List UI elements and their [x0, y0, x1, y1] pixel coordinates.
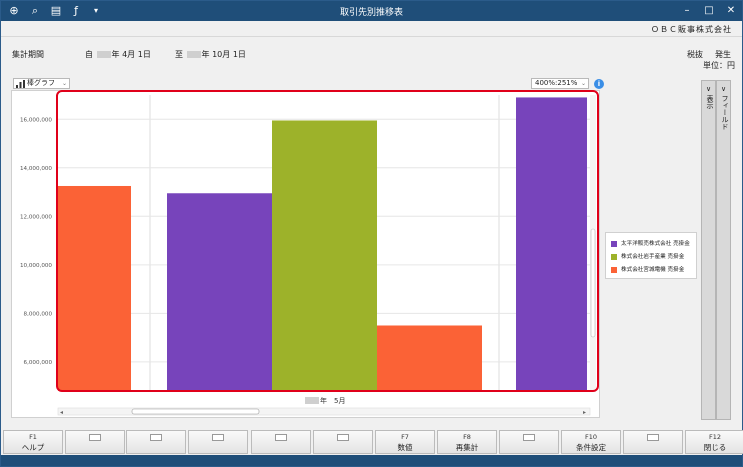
chart-legend: 太平洋販売株式会社 売掛金 株式会社岩手産業 売掛金 株式会社宮城電機 売掛金	[605, 232, 697, 279]
company-name: ＯＢＣ販事株式会社	[651, 25, 732, 34]
fkey-blank-slot	[212, 434, 224, 441]
y-tick-label: 6,000,000	[24, 360, 53, 366]
y-tick-label: 12,000,000	[20, 214, 52, 220]
legend-swatch	[611, 253, 617, 260]
legend-swatch	[611, 240, 617, 247]
fkey-blank-slot	[89, 434, 101, 441]
to-month-day: 10月 1日	[212, 50, 246, 59]
fkey-number: F10	[584, 433, 597, 441]
fkey-blank-slot	[647, 434, 659, 441]
graph-type-select[interactable]: 棒グラフ ⌄	[13, 78, 70, 89]
zoom-value: 400%:251%	[535, 79, 578, 87]
legend-item: 株式会社岩手産業 売掛金	[611, 252, 684, 262]
info-icon[interactable]: i	[594, 79, 604, 89]
y-tick-label: 10,000,000	[20, 263, 52, 269]
fkey-blank-slot	[337, 434, 349, 441]
chevron-down-icon: ⌄	[580, 80, 586, 87]
fkey-number: F7	[401, 433, 409, 441]
fkey-blank[interactable]	[188, 430, 248, 454]
close-icon[interactable]: ✕	[721, 3, 741, 19]
tax-label: 税抜	[687, 50, 703, 59]
fkey-label: ヘルプ	[21, 443, 45, 452]
tab-display[interactable]: ∨ 表示	[701, 80, 716, 420]
chevron-down-icon: ∨	[705, 85, 712, 93]
legend-label: 太平洋販売株式会社 売掛金	[621, 241, 690, 247]
bar	[377, 325, 482, 391]
x-category-month: 5月	[334, 397, 345, 405]
occurrence-label: 発生	[715, 50, 731, 59]
fkey-label: 閉じる	[703, 443, 727, 452]
chevron-down-icon: ⌄	[61, 80, 67, 87]
fkey-f12[interactable]: F12 閉じる	[685, 430, 743, 454]
legend-label: 株式会社宮城電機 売掛金	[621, 267, 685, 273]
fkey-f10[interactable]: F10 条件設定	[561, 430, 621, 454]
fkey-f1[interactable]: F1 ヘルプ	[3, 430, 63, 454]
legend-swatch	[611, 266, 617, 273]
fkey-f8[interactable]: F8 再集計	[437, 430, 497, 454]
title-bar: ⊕ ⌕ ▤ ƒ ▾ 取引先別推移表 – □ ✕	[1, 1, 742, 21]
graph-type-value: 棒グラフ	[27, 79, 55, 87]
fkey-blank[interactable]	[251, 430, 311, 454]
y-tick-label: 16,000,000	[20, 117, 52, 123]
app-window: ⊕ ⌕ ▤ ƒ ▾ 取引先別推移表 – □ ✕ ＯＢＣ販事株式会社 集計期間 自…	[0, 0, 743, 467]
from-month-day: 4月 1日	[122, 50, 151, 59]
fkey-blank-slot	[523, 434, 535, 441]
function-key-bar: F1 ヘルプ F7 数値 F8 再集計 F10 条件設定 F12 閉じる	[1, 430, 743, 454]
masked-year	[305, 397, 319, 404]
from-year-suffix: 年	[111, 50, 120, 59]
bar	[516, 97, 587, 391]
from-prefix: 自	[85, 50, 93, 59]
period-to: 至 年 10月 1日	[175, 49, 246, 60]
y-tick-label: 8,000,000	[24, 311, 53, 317]
fkey-blank[interactable]	[623, 430, 683, 454]
window-title: 取引先別推移表	[339, 8, 403, 18]
bar-chart: 6,000,000 8,000,000 10,000,000 12,000,000 14…	[20, 95, 596, 416]
legend-label: 株式会社岩手産業 売掛金	[621, 254, 685, 260]
fkey-number: F8	[463, 433, 471, 441]
fkey-blank[interactable]	[313, 430, 373, 454]
to-prefix: 至	[175, 50, 183, 59]
tab-label: フィールド	[721, 95, 729, 130]
unit-label: 単位：円	[703, 61, 735, 70]
y-tick-label: 14,000,000	[20, 166, 52, 172]
to-year-suffix: 年	[201, 50, 210, 59]
masked-year	[96, 51, 111, 58]
period-label: 集計期間	[12, 50, 44, 59]
zoom-select[interactable]: 400%:251% ⌄	[531, 78, 589, 89]
x-category-year-suffix: 年	[320, 396, 327, 405]
header-divider	[1, 36, 742, 37]
fkey-label: 数値	[397, 443, 413, 452]
status-bar	[1, 455, 742, 466]
side-panel-tabs: ∨ 表示 ∨ フィールド	[701, 80, 731, 420]
scroll-left-icon: ◂	[60, 409, 63, 416]
fkey-blank-slot	[150, 434, 162, 441]
fkey-number: F12	[708, 433, 721, 441]
fkey-f7[interactable]: F7 数値	[375, 430, 435, 454]
scroll-thumb	[131, 408, 260, 415]
bar-chart-icon	[16, 80, 25, 88]
fkey-label: 条件設定	[576, 443, 606, 452]
scroll-thumb	[590, 228, 596, 338]
bar	[272, 120, 377, 392]
legend-item: 太平洋販売株式会社 売掛金	[611, 239, 690, 249]
maximize-icon[interactable]: □	[699, 3, 719, 19]
legend-item: 株式会社宮城電機 売掛金	[611, 265, 684, 275]
chart-panel: 6,000,000 8,000,000 10,000,000 12,000,000 14…	[11, 90, 600, 418]
fkey-blank[interactable]	[499, 430, 559, 454]
tab-label: 表示	[706, 95, 714, 109]
scroll-right-icon: ▸	[583, 409, 586, 416]
fkey-label: 再集計	[455, 443, 479, 452]
tab-field[interactable]: ∨ フィールド	[716, 80, 731, 420]
masked-year	[186, 51, 201, 58]
minimize-icon[interactable]: –	[677, 3, 697, 19]
chevron-down-icon: ∨	[720, 85, 727, 93]
fkey-blank[interactable]	[126, 430, 186, 454]
fkey-blank-slot	[275, 434, 287, 441]
fkey-number: F1	[29, 433, 37, 441]
fkey-blank[interactable]	[65, 430, 125, 454]
bar	[167, 193, 272, 391]
period-from: 自 年 4月 1日	[85, 49, 151, 60]
bar	[58, 185, 131, 391]
